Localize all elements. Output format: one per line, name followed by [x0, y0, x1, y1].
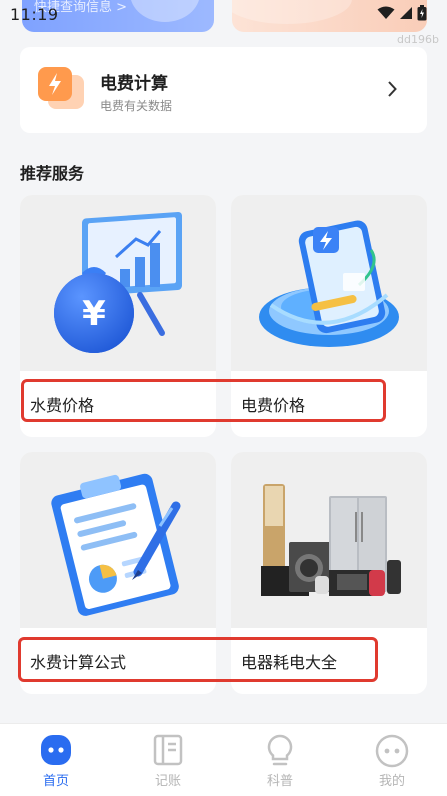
notebook-icon	[153, 734, 183, 766]
feature-subtitle: 电费有关数据	[100, 99, 173, 113]
money-bag-chart-illustration: ¥	[20, 195, 216, 371]
svg-text:¥: ¥	[82, 294, 106, 334]
service-card-electricity-price[interactable]: 电费价格	[231, 195, 427, 437]
service-label: 水费计算公式	[30, 653, 127, 672]
lightbulb-icon	[267, 734, 293, 766]
tab-profile[interactable]: 我的	[336, 724, 447, 796]
service-card-appliance-power[interactable]: 电器耗电大全	[231, 452, 427, 694]
feature-title: 电费计算	[100, 74, 168, 94]
service-card-water-formula[interactable]: 水费计算公式	[20, 452, 216, 694]
electricity-calc-card[interactable]: 电费计算 电费有关数据	[20, 47, 427, 133]
phone-lightning-illustration	[231, 195, 427, 371]
watermark: dd196b	[397, 33, 439, 46]
chevron-right-icon	[388, 81, 397, 97]
section-title: 推荐服务	[20, 164, 85, 183]
tab-label: 首页	[42, 774, 69, 789]
signal-icon	[400, 7, 412, 19]
tab-bookkeeping[interactable]: 记账	[112, 724, 224, 796]
home-face-icon	[41, 735, 71, 765]
lightning-calc-icon	[38, 67, 84, 109]
wifi-icon	[377, 6, 395, 19]
profile-face-icon	[375, 734, 409, 768]
service-label: 水费价格	[30, 396, 95, 415]
bottom-tab-bar: 首页 记账 科普 我的	[0, 723, 447, 796]
battery-icon	[417, 5, 427, 21]
status-time: 11:19	[10, 5, 59, 24]
status-icons	[377, 5, 427, 21]
tab-label: 记账	[154, 774, 181, 789]
service-card-water-price[interactable]: ¥ 水费价格	[20, 195, 216, 437]
appliances-illustration	[231, 452, 427, 628]
tab-label: 科普	[266, 774, 293, 789]
tab-home[interactable]: 首页	[0, 724, 112, 796]
tab-science[interactable]: 科普	[224, 724, 336, 796]
tab-label: 我的	[378, 774, 405, 789]
clipboard-pen-illustration	[20, 452, 216, 628]
service-label: 电费价格	[241, 396, 306, 415]
banner-decoration	[232, 0, 352, 24]
banner-decoration	[130, 0, 200, 22]
service-label: 电器耗电大全	[241, 653, 338, 672]
